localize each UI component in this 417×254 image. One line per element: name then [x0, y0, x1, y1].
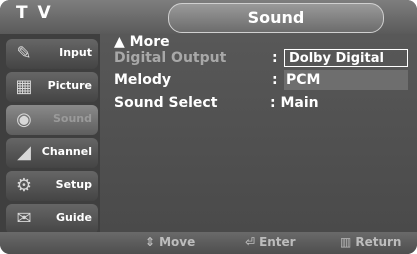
- sound-select-value-text: Main: [280, 95, 319, 111]
- move-arrows-icon: ⇕: [145, 235, 156, 249]
- enter-hint: ⏎ Enter: [245, 235, 296, 249]
- enter-label: Enter: [259, 235, 296, 249]
- sound-select-label[interactable]: Sound Select: [114, 95, 217, 111]
- tv-label: T V: [16, 3, 53, 23]
- more-item[interactable]: ▲ More: [114, 34, 170, 50]
- sidebar-item-label: Sound: [52, 112, 92, 125]
- move-hint: ⇕ Move: [145, 235, 195, 249]
- picture-icon: ▦: [15, 76, 33, 97]
- sound-select-value[interactable]: : Main: [270, 95, 319, 111]
- sidebar-item-label: Guide: [56, 211, 92, 224]
- sidebar-item-input[interactable]: ✎ Input: [6, 39, 98, 69]
- guide-icon: ✉: [16, 208, 32, 229]
- sidebar: ✎ Input ▦ Picture ◉ Sound ◢ Channel ⚙ Se…: [0, 34, 100, 234]
- page-title: Sound: [247, 8, 305, 27]
- digital-output-label[interactable]: Digital Output: [114, 50, 226, 66]
- title-pill: Sound: [168, 3, 384, 33]
- sidebar-item-setup[interactable]: ⚙ Setup: [6, 171, 98, 201]
- return-hint: ▥ Return: [340, 235, 401, 249]
- tv-osd-window: T V Sound ✎ Input ▦ Picture ◉ Sound ◢ Ch…: [0, 0, 417, 254]
- setup-icon: ⚙: [15, 175, 33, 196]
- return-label: Return: [355, 235, 402, 249]
- sidebar-item-label: Setup: [55, 178, 92, 191]
- sidebar-item-picture[interactable]: ▦ Picture: [6, 72, 98, 102]
- sidebar-item-label: Channel: [41, 145, 92, 158]
- melody-label[interactable]: Melody: [114, 72, 171, 88]
- melody-value[interactable]: PCM: [284, 70, 408, 90]
- sound-icon: ◉: [16, 109, 32, 130]
- channel-icon: ◢: [17, 142, 31, 163]
- separator-colon: :: [272, 72, 278, 88]
- move-label: Move: [159, 235, 196, 249]
- sidebar-item-channel[interactable]: ◢ Channel: [6, 138, 98, 168]
- return-icon: ▥: [340, 235, 352, 249]
- sidebar-item-sound[interactable]: ◉ Sound: [6, 105, 98, 135]
- sidebar-item-label: Input: [59, 46, 92, 59]
- header-bar: T V Sound: [0, 0, 417, 34]
- enter-icon: ⏎: [245, 235, 256, 249]
- footer-bar: ⇕ Move ⏎ Enter ▥ Return: [0, 232, 417, 254]
- input-icon: ✎: [16, 43, 32, 64]
- digital-output-value[interactable]: Dolby Digital: [284, 49, 408, 67]
- sidebar-item-label: Picture: [47, 79, 92, 92]
- sidebar-item-guide[interactable]: ✉ Guide: [6, 204, 98, 234]
- separator-colon: :: [272, 50, 278, 66]
- sound-menu: ▲ More Digital Output : Dolby Digital Me…: [100, 34, 417, 232]
